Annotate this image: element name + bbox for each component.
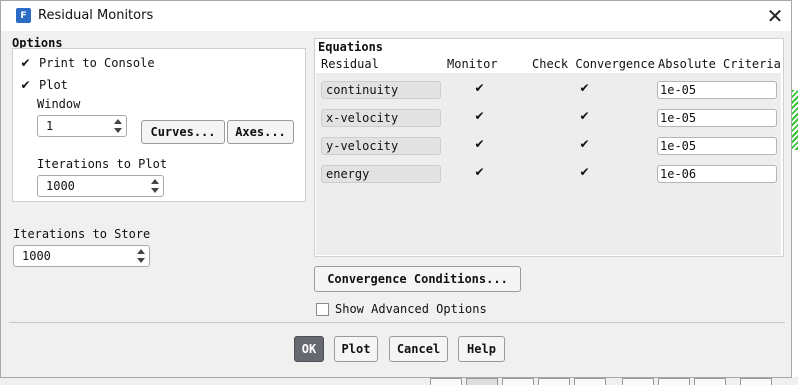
residual-name-field: continuity bbox=[321, 81, 441, 99]
title-bar[interactable]: F Residual Monitors ✕ bbox=[1, 1, 791, 31]
check-icon: ✔ bbox=[20, 77, 31, 92]
spin-down-icon[interactable] bbox=[151, 188, 159, 193]
spinner-arrows bbox=[149, 177, 161, 195]
monitor-checkbox[interactable]: ✔ bbox=[473, 81, 486, 94]
equations-group-label: Equations bbox=[318, 40, 384, 54]
check-icon: ✔ bbox=[474, 80, 485, 95]
dialog-title: Residual Monitors bbox=[38, 8, 154, 23]
spin-up-icon[interactable] bbox=[151, 179, 159, 184]
check-icon: ✔ bbox=[474, 108, 485, 123]
residual-name-field: y-velocity bbox=[321, 137, 441, 155]
check-icon: ✔ bbox=[579, 80, 590, 95]
convergence-conditions-button[interactable]: Convergence Conditions... bbox=[314, 266, 521, 292]
plot-button[interactable]: Plot bbox=[334, 336, 378, 362]
background-tile bbox=[466, 378, 498, 385]
app-icon: F bbox=[16, 8, 31, 23]
residual-name-field: x-velocity bbox=[321, 109, 441, 127]
check-icon: ✔ bbox=[474, 164, 485, 179]
spin-down-icon[interactable] bbox=[114, 128, 122, 133]
window-label: Window bbox=[37, 97, 81, 111]
monitor-checkbox[interactable]: ✔ bbox=[473, 137, 486, 150]
background-tile bbox=[502, 378, 534, 385]
close-icon: ✕ bbox=[766, 4, 784, 28]
check-convergence-checkbox[interactable]: ✔ bbox=[578, 137, 591, 150]
check-icon: ✔ bbox=[20, 55, 31, 70]
check-convergence-checkbox[interactable]: ✔ bbox=[578, 81, 591, 94]
plot-label: Plot bbox=[39, 78, 68, 92]
check-convergence-header: Check Convergence bbox=[532, 57, 655, 71]
residual-name-field: energy bbox=[321, 165, 441, 183]
check-icon: ✔ bbox=[474, 136, 485, 151]
ok-button[interactable]: OK bbox=[294, 336, 324, 362]
close-button[interactable]: ✕ bbox=[763, 5, 787, 27]
background-tile bbox=[740, 378, 772, 385]
spin-up-icon[interactable] bbox=[114, 119, 122, 124]
equations-table-area bbox=[316, 73, 781, 255]
absolute-criteria-input[interactable]: 1e-05 bbox=[657, 81, 777, 99]
iterations-to-store-label: Iterations to Store bbox=[13, 227, 151, 241]
check-icon: ✔ bbox=[579, 136, 590, 151]
window-value: 1 bbox=[46, 119, 54, 133]
absolute-criteria-input[interactable]: 1e-05 bbox=[657, 109, 777, 127]
iterations-to-plot-value: 1000 bbox=[46, 179, 75, 193]
spinner-arrows bbox=[135, 247, 147, 265]
background-residual-plot-fragment bbox=[792, 90, 798, 150]
iterations-to-store-spinner[interactable]: 1000 bbox=[13, 245, 150, 267]
plot-checkbox[interactable]: ✔ bbox=[19, 78, 32, 91]
iterations-to-plot-spinner[interactable]: 1000 bbox=[37, 175, 164, 197]
absolute-criteria-input[interactable]: 1e-06 bbox=[657, 165, 777, 183]
background-tile bbox=[538, 378, 570, 385]
monitor-checkbox[interactable]: ✔ bbox=[473, 165, 486, 178]
residual-header: Residual bbox=[321, 57, 379, 71]
print-to-console-checkbox[interactable]: ✔ bbox=[19, 56, 32, 69]
spin-down-icon[interactable] bbox=[137, 258, 145, 263]
iterations-to-store-value: 1000 bbox=[22, 249, 51, 263]
iterations-to-plot-label: Iterations to Plot bbox=[37, 157, 168, 171]
background-tile bbox=[574, 378, 606, 385]
spinner-arrows bbox=[112, 117, 124, 135]
residual-monitors-dialog: F Residual Monitors ✕ Options ✔ Print to… bbox=[0, 0, 792, 378]
background-tile bbox=[658, 378, 690, 385]
background-tile bbox=[622, 378, 654, 385]
monitor-header: Monitor bbox=[447, 57, 498, 71]
show-advanced-options-checkbox[interactable] bbox=[316, 303, 329, 316]
check-convergence-checkbox[interactable]: ✔ bbox=[578, 109, 591, 122]
check-icon: ✔ bbox=[579, 108, 590, 123]
absolute-criteria-header: Absolute Criteria bbox=[658, 57, 781, 71]
print-to-console-label: Print to Console bbox=[39, 56, 155, 70]
help-button[interactable]: Help bbox=[458, 336, 505, 362]
absolute-criteria-input[interactable]: 1e-05 bbox=[657, 137, 777, 155]
show-advanced-options-label: Show Advanced Options bbox=[335, 302, 487, 316]
window-spinner[interactable]: 1 bbox=[37, 115, 127, 137]
curves-button[interactable]: Curves... bbox=[141, 120, 225, 144]
background-taskbar-fragment bbox=[0, 377, 798, 385]
cancel-button[interactable]: Cancel bbox=[389, 336, 448, 362]
background-tile bbox=[694, 378, 726, 385]
monitor-checkbox[interactable]: ✔ bbox=[473, 109, 486, 122]
background-tile bbox=[430, 378, 462, 385]
spin-up-icon[interactable] bbox=[137, 249, 145, 254]
axes-button[interactable]: Axes... bbox=[227, 120, 294, 144]
check-convergence-checkbox[interactable]: ✔ bbox=[578, 165, 591, 178]
check-icon: ✔ bbox=[579, 164, 590, 179]
footer-divider bbox=[9, 322, 785, 323]
